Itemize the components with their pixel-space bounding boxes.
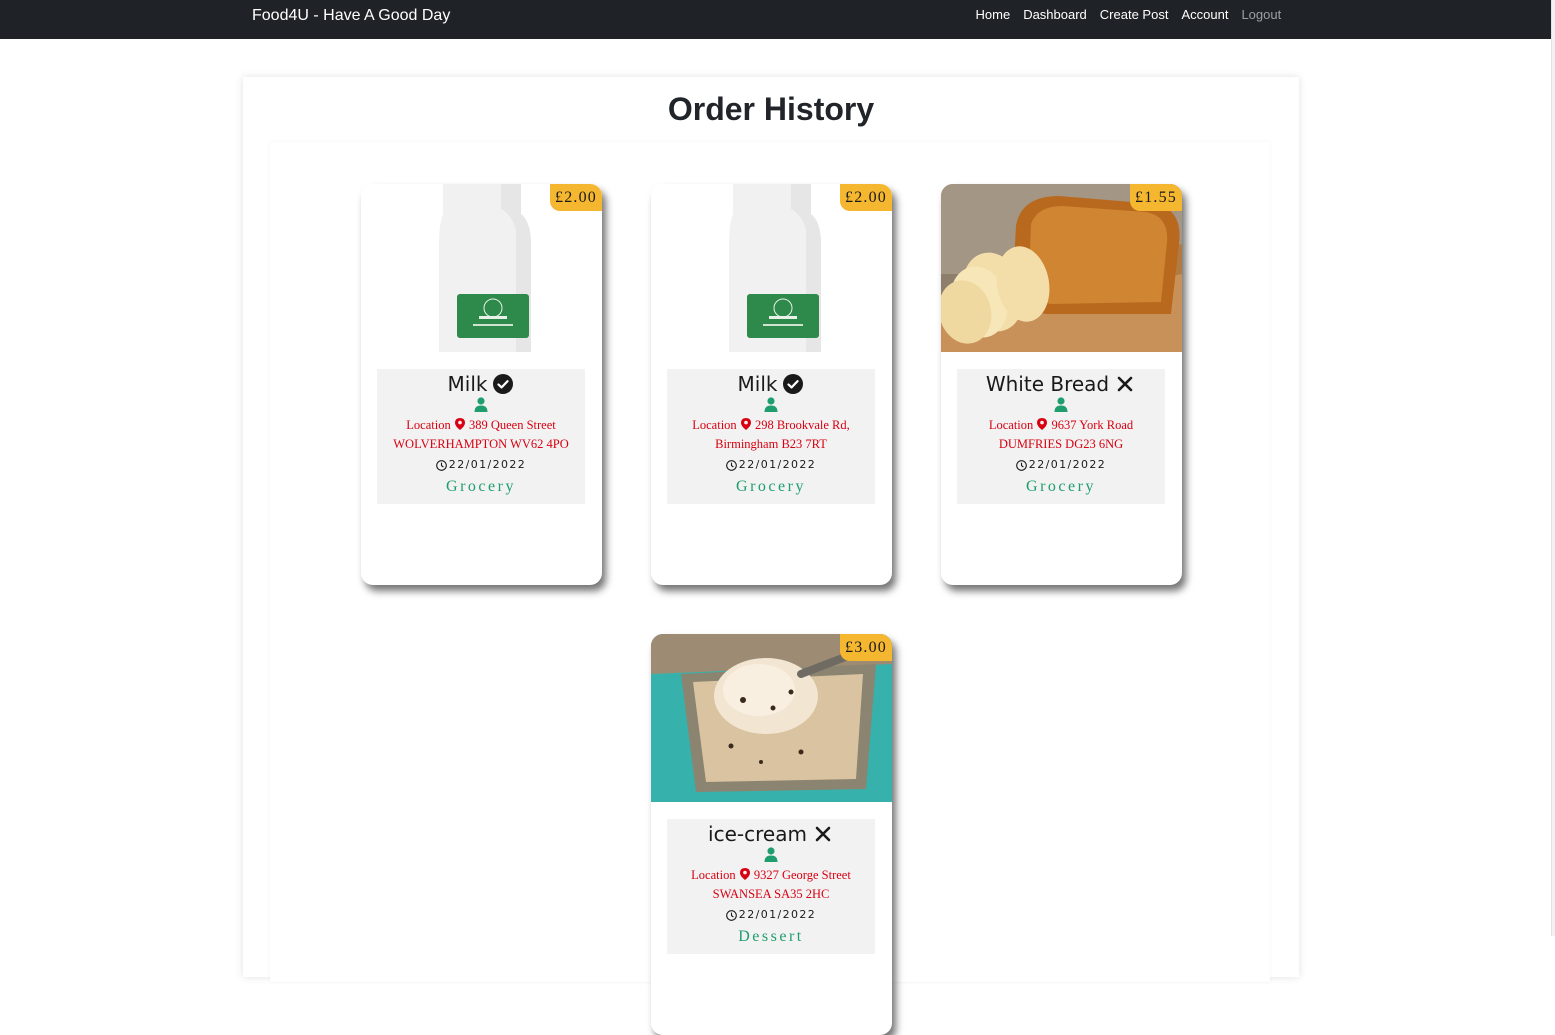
order-category: Grocery xyxy=(1026,478,1096,495)
order-info: ice-cream Location 9327 George Street SW… xyxy=(667,819,875,954)
order-category: Grocery xyxy=(736,478,806,495)
map-pin-icon xyxy=(740,418,751,430)
map-pin-icon xyxy=(454,418,465,430)
order-card[interactable]: £2.00 Milk Location 298 Brookvale Rd, Bi… xyxy=(651,184,892,585)
user-icon xyxy=(764,847,778,862)
order-location: Location 389 Queen Street WOLVERHAMPTON … xyxy=(377,416,585,454)
order-info: White Bread Location 9637 York Road DUMF… xyxy=(957,369,1165,504)
order-location: Location 9637 York Road DUMFRIES DG23 6N… xyxy=(957,416,1165,454)
nav-dashboard[interactable]: Dashboard xyxy=(1017,7,1094,23)
clock-icon xyxy=(725,459,737,471)
location-label: Location xyxy=(692,418,737,432)
order-location: Location 298 Brookvale Rd, Birmingham B2… xyxy=(667,416,875,454)
order-title: Milk xyxy=(447,372,488,396)
order-category: Grocery xyxy=(446,478,516,495)
product-image-milk: £2.00 xyxy=(361,184,602,352)
location-label: Location xyxy=(691,868,736,882)
scrollbar[interactable] xyxy=(1551,0,1555,936)
clock-icon xyxy=(1015,459,1027,471)
user-icon xyxy=(474,397,488,412)
page-title: Order History xyxy=(667,91,875,127)
map-pin-icon xyxy=(739,868,750,880)
nav-account[interactable]: Account xyxy=(1175,7,1235,23)
order-card[interactable]: £1.55 White Bread Location 9637 York Roa… xyxy=(941,184,1182,585)
map-pin-icon xyxy=(1037,418,1048,430)
order-date: 22/01/2022 xyxy=(1028,458,1107,471)
order-info: Milk Location 389 Queen Street WOLVERHAM… xyxy=(377,369,585,504)
product-image-ice-cream: £3.00 xyxy=(651,634,892,802)
orders-grid: £2.00 Milk Location 389 Queen Street WOL… xyxy=(270,142,1270,1035)
x-mark-icon xyxy=(1114,373,1136,395)
order-date-row: 22/01/2022 xyxy=(667,905,875,925)
check-circle-icon xyxy=(492,373,514,395)
brand-link[interactable]: Food4U - Have A Good Day xyxy=(252,6,450,26)
order-card[interactable]: £3.00 ice-cream Location 9327 George Str… xyxy=(651,634,892,1035)
nav-create-post[interactable]: Create Post xyxy=(1093,7,1175,23)
product-image-milk: £2.00 xyxy=(651,184,892,352)
order-title: White Bread xyxy=(985,372,1110,396)
order-card[interactable]: £2.00 Milk Location 389 Queen Street WOL… xyxy=(361,184,602,585)
price-badge: £2.00 xyxy=(840,184,892,211)
x-mark-icon xyxy=(812,823,834,845)
order-info: Milk Location 298 Brookvale Rd, Birmingh… xyxy=(667,369,875,504)
order-category: Dessert xyxy=(738,928,804,945)
price-badge: £2.00 xyxy=(550,184,602,211)
order-date-row: 22/01/2022 xyxy=(667,455,875,475)
nav-logout[interactable]: Logout xyxy=(1235,7,1288,23)
location-label: Location xyxy=(406,418,451,432)
order-date: 22/01/2022 xyxy=(448,458,527,471)
order-date: 22/01/2022 xyxy=(738,458,817,471)
location-label: Location xyxy=(988,418,1034,432)
nav-home[interactable]: Home xyxy=(969,7,1017,23)
order-history-panel: Order History £2.00 Milk Location 389 Qu… xyxy=(243,77,1299,1035)
price-badge: £1.55 xyxy=(1130,184,1182,211)
clock-icon xyxy=(725,909,737,921)
product-image-bread: £1.55 xyxy=(941,184,1182,352)
order-title: Milk xyxy=(737,372,778,396)
order-location: Location 9327 George Street SWANSEA SA35… xyxy=(667,866,875,904)
clock-icon xyxy=(435,459,447,471)
navbar: Food4U - Have A Good Day Home Dashboard … xyxy=(0,0,1551,39)
order-title: ice-cream xyxy=(708,822,807,846)
nav-links: Home Dashboard Create Post Account Logou… xyxy=(969,7,1288,23)
order-date-row: 22/01/2022 xyxy=(957,455,1165,475)
user-icon xyxy=(1054,397,1068,412)
check-circle-icon xyxy=(782,373,804,395)
order-date: 22/01/2022 xyxy=(738,908,817,921)
order-date-row: 22/01/2022 xyxy=(377,455,585,475)
price-badge: £3.00 xyxy=(840,634,892,661)
user-icon xyxy=(764,397,778,412)
